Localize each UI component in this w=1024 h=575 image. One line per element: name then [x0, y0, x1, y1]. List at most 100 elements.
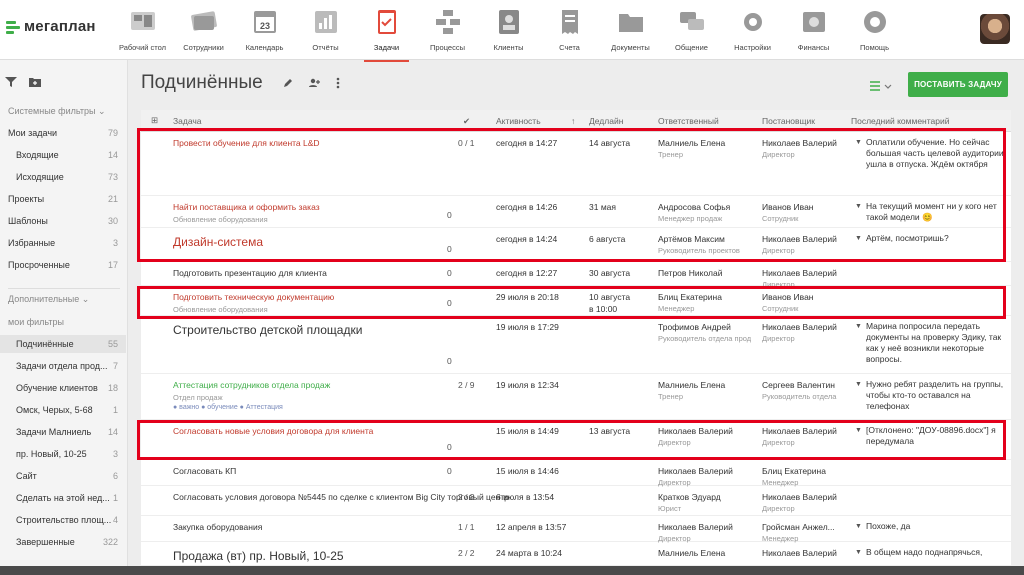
- task-project[interactable]: Обновление оборудования: [173, 215, 268, 224]
- nav-item-settings[interactable]: Настройки: [722, 4, 783, 56]
- nav-item-reports[interactable]: Отчёты: [295, 4, 356, 56]
- avatar[interactable]: [980, 14, 1010, 44]
- filter-icon[interactable]: [4, 76, 18, 88]
- responsible-name[interactable]: Блиц Екатерина: [658, 292, 722, 302]
- author-name[interactable]: Блиц Екатерина: [762, 466, 826, 476]
- filter-item[interactable]: Обучение клиентов 18: [0, 379, 126, 397]
- responsible-name[interactable]: Андросова Софья: [658, 202, 730, 212]
- task-project[interactable]: Обновление оборудования: [173, 305, 268, 314]
- nav-item-calendar[interactable]: 23 Календарь: [234, 4, 295, 56]
- table-row[interactable]: Подготовить презентацию для клиента 0 сего…: [141, 262, 1011, 289]
- task-link[interactable]: Провести обучение для клиента L&D: [173, 138, 320, 148]
- table-row[interactable]: Закупка оборудования 1 / 1 12 апреля в 13:…: [141, 516, 1011, 543]
- view-toggle-button[interactable]: [870, 78, 892, 96]
- expand-comment-icon[interactable]: ▼: [855, 139, 862, 146]
- expand-comment-icon[interactable]: ▼: [855, 235, 862, 242]
- logo[interactable]: мегаплан: [6, 18, 96, 35]
- nav-item-documents[interactable]: Документы: [600, 4, 661, 56]
- nav-item-desktop[interactable]: Рабочий стол: [112, 4, 173, 56]
- responsible-name[interactable]: Николаев Валерий: [658, 426, 733, 436]
- expand-comment-icon[interactable]: ▼: [855, 203, 862, 210]
- responsible-name[interactable]: Трофимов Андрей: [658, 322, 731, 332]
- sidebar-item[interactable]: Проекты 21: [0, 190, 126, 208]
- nav-item-processes[interactable]: Процессы: [417, 4, 478, 56]
- table-row[interactable]: Продажа (вт) пр. Новый, 10-25 2 / 2 24 мар…: [141, 542, 1011, 566]
- author-name[interactable]: Николаев Валерий: [762, 322, 837, 332]
- task-tags[interactable]: ● важно ● обучение ● Аттестация: [173, 404, 283, 411]
- table-row[interactable]: Строительство детской площадки 0 19 июля в…: [141, 316, 1011, 374]
- nav-item-employees[interactable]: Сотрудники: [173, 4, 234, 56]
- sidebar-item[interactable]: Мои задачи 79: [0, 124, 126, 142]
- responsible-name[interactable]: Малниель Елена: [658, 380, 725, 390]
- folder-add-icon[interactable]: [28, 76, 42, 88]
- author-name[interactable]: Николаев Валерий: [762, 268, 837, 278]
- table-row[interactable]: Подготовить техническую документацию Обно…: [141, 286, 1011, 316]
- filter-item[interactable]: пр. Новый, 10-25 3: [0, 445, 126, 463]
- sidebar-item[interactable]: Шаблоны 30: [0, 212, 126, 230]
- sort-arrow-icon[interactable]: ↑: [571, 116, 575, 126]
- extra-filters-header[interactable]: Дополнительные ⌄: [8, 294, 89, 305]
- expand-comment-icon[interactable]: ▼: [855, 523, 862, 530]
- task-link[interactable]: Строительство детской площадки: [173, 323, 362, 337]
- task-link[interactable]: Закупка оборудования: [173, 522, 262, 532]
- nav-item-chat[interactable]: Общение: [661, 4, 722, 56]
- task-link[interactable]: Дизайн-система: [173, 235, 263, 249]
- col-activity[interactable]: Активность: [496, 116, 541, 126]
- responsible-name[interactable]: Николаев Валерий: [658, 522, 733, 532]
- nav-item-finance[interactable]: Финансы: [783, 4, 844, 56]
- filter-item[interactable]: Подчинённые 55: [0, 335, 126, 353]
- sidebar-item[interactable]: Входящие 14: [0, 146, 126, 164]
- filter-item[interactable]: Омск, Черых, 5-68 1: [0, 401, 126, 419]
- author-name[interactable]: Николаев Валерий: [762, 234, 837, 244]
- responsible-name[interactable]: Кратков Эдуард: [658, 492, 721, 502]
- task-link[interactable]: Подготовить презентацию для клиента: [173, 268, 327, 278]
- filter-item[interactable]: Сайт 6: [0, 467, 126, 485]
- col-deadline[interactable]: Дедлайн: [589, 116, 623, 126]
- task-link[interactable]: Подготовить техническую документацию: [173, 292, 334, 302]
- filter-item[interactable]: Задачи Малниель 14: [0, 423, 126, 441]
- col-comment[interactable]: Последний комментарий: [851, 116, 950, 126]
- task-project[interactable]: Отдел продаж: [173, 393, 223, 402]
- nav-item-invoices[interactable]: Счета: [539, 4, 600, 56]
- users-icon[interactable]: [308, 77, 322, 89]
- col-task[interactable]: Задача: [173, 116, 202, 126]
- filter-item[interactable]: Сделать на этой нед... 1: [0, 489, 126, 507]
- table-row[interactable]: Аттестация сотрудников отдела продаж Отде…: [141, 374, 1011, 420]
- task-link[interactable]: Согласовать новые условия договора для к…: [173, 426, 373, 436]
- author-name[interactable]: Иванов Иван: [762, 202, 814, 212]
- author-name[interactable]: Иванов Иван: [762, 292, 814, 302]
- sidebar-item[interactable]: Исходящие 73: [0, 168, 126, 186]
- responsible-name[interactable]: Малниель Елена: [658, 548, 725, 558]
- nav-item-help[interactable]: Помощь: [844, 4, 905, 56]
- edit-icon[interactable]: [282, 77, 294, 89]
- more-icon[interactable]: [336, 77, 340, 89]
- expand-comment-icon[interactable]: ▼: [855, 323, 862, 330]
- check-icon[interactable]: ✔: [463, 116, 470, 127]
- author-name[interactable]: Николаев Валерий: [762, 548, 837, 558]
- filter-item[interactable]: Завершенные 322: [0, 533, 126, 551]
- responsible-name[interactable]: Николаев Валерий: [658, 466, 733, 476]
- table-row[interactable]: Согласовать новые условия договора для к…: [141, 420, 1011, 460]
- author-name[interactable]: Сергеев Валентин: [762, 380, 835, 390]
- filter-item[interactable]: Задачи отдела прод... 7: [0, 357, 126, 375]
- filter-item[interactable]: Строительство площ... 4: [0, 511, 126, 529]
- sidebar-item[interactable]: Избранные 3: [0, 234, 126, 252]
- table-row[interactable]: Согласовать КП 0 15 июля в 14:46 Николаев В…: [141, 460, 1011, 487]
- author-name[interactable]: Николаев Валерий: [762, 492, 837, 502]
- author-name[interactable]: Николаев Валерий: [762, 138, 837, 148]
- expand-comment-icon[interactable]: ▼: [855, 381, 862, 388]
- add-task-button[interactable]: ПОСТАВИТЬ ЗАДАЧУ: [908, 72, 1008, 97]
- author-name[interactable]: Гройсман Анжел...: [762, 522, 835, 532]
- task-link[interactable]: Найти поставщика и оформить заказ: [173, 202, 320, 212]
- task-link[interactable]: Согласовать КП: [173, 466, 236, 476]
- responsible-name[interactable]: Петров Николай: [658, 268, 722, 278]
- task-link[interactable]: Продажа (вт) пр. Новый, 10-25: [173, 549, 344, 563]
- expand-comment-icon[interactable]: ▼: [855, 549, 862, 556]
- expand-comment-icon[interactable]: ▼: [855, 427, 862, 434]
- nav-item-clients[interactable]: Клиенты: [478, 4, 539, 56]
- col-author[interactable]: Постановщик: [762, 116, 815, 126]
- author-name[interactable]: Николаев Валерий: [762, 426, 837, 436]
- responsible-name[interactable]: Малниель Елена: [658, 138, 725, 148]
- table-row[interactable]: Найти поставщика и оформить заказ Обновле…: [141, 196, 1011, 228]
- responsible-name[interactable]: Артёмов Максим: [658, 234, 725, 244]
